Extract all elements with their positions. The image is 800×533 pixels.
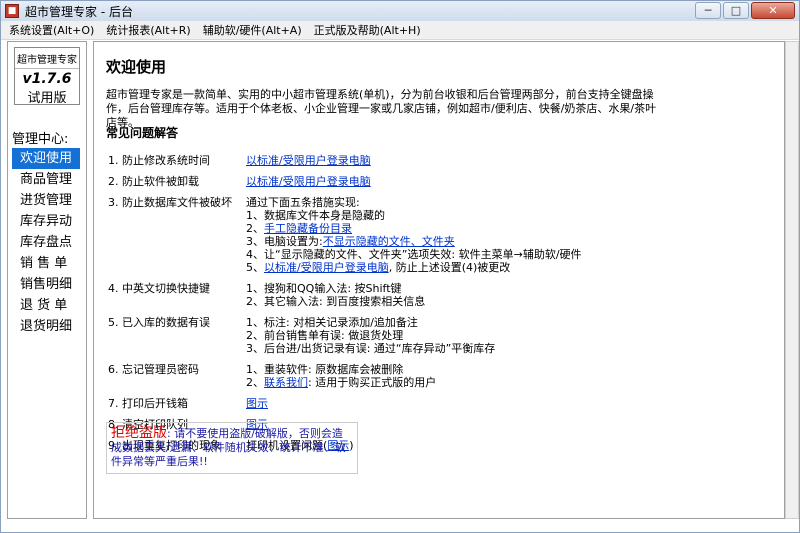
menu-bar: 系统设置(Alt+O) 统计报表(Alt+R) 辅助软/硬件(Alt+A) 正式… <box>1 21 799 40</box>
menu-system-settings[interactable]: 系统设置(Alt+O) <box>9 22 94 38</box>
faq-answer-line: 通过下面五条措施实现: <box>246 196 360 209</box>
menu-reports[interactable]: 统计报表(Alt+R) <box>106 22 190 38</box>
warning-title: 拒绝盗版 <box>111 425 167 441</box>
title-bar[interactable]: ■ 超市管理专家 - 后台 ─ □ ✕ <box>1 1 799 21</box>
standard-user-login-link[interactable]: 以标准/受限用户登录电脑 <box>264 261 389 274</box>
nav-item-purchasing[interactable]: 进货管理 <box>12 190 80 211</box>
faq-question: 3. 防止数据库文件被破坏 <box>108 196 232 209</box>
faq-item: 6. 忘记管理员密码 1、重装软件: 原数据库会被删除 2、联系我们: 适用于购… <box>108 363 708 389</box>
faq-answer-suffix: : 适用于购买正式版的用户 <box>308 376 437 389</box>
nav-item-sales-details[interactable]: 销售明细 <box>12 274 80 295</box>
faq-item: 5. 已入库的数据有误 1、标注: 对相关记录添加/追加备注 2、前台销售单有误… <box>108 316 708 355</box>
faq-answer-line: 4、让“显示隐藏的文件、文件夹”选项失效: 软件主菜单→辅助软/硬件 <box>246 248 582 261</box>
diagram-link[interactable]: 图示 <box>246 397 268 410</box>
faq-answer-line: 1、搜狗和QQ输入法: 按Shift键 <box>246 282 402 295</box>
faq-answer-line: 3、后台进/出货记录有误: 通过“库存异动”平衡库存 <box>246 342 496 355</box>
management-center-title: 管理中心: <box>12 132 69 147</box>
nav-item-stocktaking[interactable]: 库存盘点 <box>12 232 80 253</box>
faq-item: 2. 防止软件被卸载 以标准/受限用户登录电脑 <box>108 175 708 188</box>
nav-item-return-details[interactable]: 退货明细 <box>12 316 80 337</box>
contact-us-link[interactable]: 联系我们 <box>264 376 308 389</box>
version-box: 超市管理专家 v1.7.6 试用版 <box>14 47 80 106</box>
nav-item-stock-changes[interactable]: 库存异动 <box>12 211 80 232</box>
faq-item: 1. 防止修改系统时间 以标准/受限用户登录电脑 <box>108 154 708 167</box>
content-panel: 欢迎使用 超市管理专家是一款简单、实用的中小超市管理系统(单机)，分为前台收银和… <box>93 41 785 519</box>
version-label: v1.7.6 <box>22 71 72 87</box>
sidebar: 超市管理专家 v1.7.6 试用版 管理中心: 欢迎使用 商品管理 进货管理 库… <box>7 41 87 519</box>
faq-answer-line: 2、前台销售单有误: 做退货处理 <box>246 329 404 342</box>
faq-answer-prefix: 5、 <box>246 261 264 274</box>
faq-list: 1. 防止修改系统时间 以标准/受限用户登录电脑 2. 防止软件被卸载 以标准/… <box>108 154 708 460</box>
faq-question: 2. 防止软件被卸载 <box>108 175 199 188</box>
faq-answer-prefix: 2、 <box>246 376 264 389</box>
anti-piracy-notice: 拒绝盗版: 请不要使用盗版/破解版，否则会造成数据丢失/遗漏、软件随机失效、统计… <box>106 422 358 474</box>
nav-list: 欢迎使用 商品管理 进货管理 库存异动 库存盘点 销 售 单 销售明细 退 货 … <box>12 148 80 337</box>
faq-answer-line: 1、数据库文件本身是隐藏的 <box>246 209 385 222</box>
faq-answer-suffix: , 防止上述设置(4)被更改 <box>388 261 511 274</box>
close-button[interactable]: ✕ <box>751 2 795 19</box>
faq-item: 3. 防止数据库文件被破坏 通过下面五条措施实现: 1、数据库文件本身是隐藏的 … <box>108 196 708 274</box>
faq-answer-prefix: 2、 <box>246 222 264 235</box>
intro-text: 超市管理专家是一款简单、实用的中小超市管理系统(单机)，分为前台收银和后台管理两… <box>106 88 657 129</box>
edition-label: 试用版 <box>27 91 67 106</box>
faq-answer-line: 1、重装软件: 原数据库会被删除 <box>246 363 404 376</box>
vertical-scrollbar[interactable] <box>785 41 799 519</box>
faq-answer-prefix: 3、电脑设置为: <box>246 235 323 248</box>
nav-item-sales-orders[interactable]: 销 售 单 <box>12 253 80 274</box>
main-window: ■ 超市管理专家 - 后台 ─ □ ✕ 系统设置(Alt+O) 统计报表(Alt… <box>0 0 800 533</box>
nav-item-welcome[interactable]: 欢迎使用 <box>12 148 80 169</box>
minimize-button[interactable]: ─ <box>695 2 721 19</box>
faq-heading: 常见问题解答 <box>106 126 179 140</box>
nav-item-returns[interactable]: 退 货 单 <box>12 295 80 316</box>
page-title: 欢迎使用 <box>106 58 167 76</box>
faq-question: 4. 中英文切换快捷键 <box>108 282 210 295</box>
menu-aux-hardware[interactable]: 辅助软/硬件(Alt+A) <box>203 22 302 38</box>
menu-help[interactable]: 正式版及帮助(Alt+H) <box>314 22 421 38</box>
faq-item: 4. 中英文切换快捷键 1、搜狗和QQ输入法: 按Shift键 2、其它输入法:… <box>108 282 708 308</box>
faq-question: 1. 防止修改系统时间 <box>108 154 210 167</box>
maximize-button[interactable]: □ <box>723 2 749 19</box>
hide-hidden-files-link[interactable]: 不显示隐藏的文件、文件夹 <box>323 235 455 248</box>
faq-question: 6. 忘记管理员密码 <box>108 363 199 376</box>
faq-answer-line: 1、标注: 对相关记录添加/追加备注 <box>246 316 418 329</box>
nav-item-products[interactable]: 商品管理 <box>12 169 80 190</box>
faq-answer-line: 2、其它输入法: 到百度搜索相关信息 <box>246 295 426 308</box>
faq-question: 5. 已入库的数据有误 <box>108 316 210 329</box>
standard-user-login-link[interactable]: 以标准/受限用户登录电脑 <box>246 175 371 188</box>
app-icon: ■ <box>5 4 19 18</box>
hide-backup-folder-link[interactable]: 手工隐藏备份目录 <box>264 222 352 235</box>
standard-user-login-link[interactable]: 以标准/受限用户登录电脑 <box>246 154 371 167</box>
product-name: 超市管理专家 <box>15 51 79 69</box>
faq-question: 7. 打印后开钱箱 <box>108 397 188 410</box>
window-title: 超市管理专家 - 后台 <box>25 4 133 19</box>
faq-item: 7. 打印后开钱箱 图示 <box>108 397 708 410</box>
